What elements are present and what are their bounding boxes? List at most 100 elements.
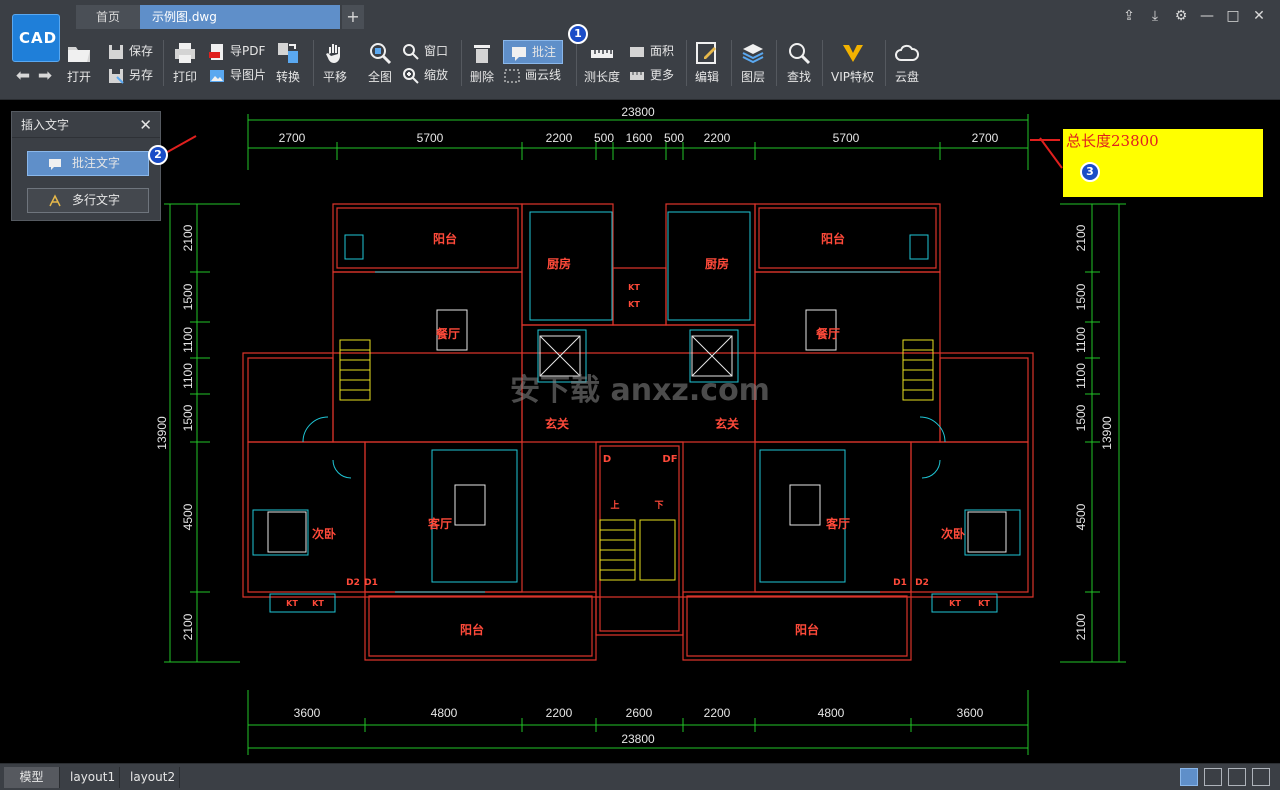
dim-bottom-segment: 3600 [294, 706, 321, 720]
room-label-df: DF [662, 454, 677, 465]
save-as-label: 另存 [129, 68, 154, 82]
download-icon[interactable]: ⤓ [1142, 5, 1168, 27]
dim-top-segment: 2200 [704, 131, 731, 145]
ruler-icon [591, 50, 613, 58]
dim-bottom-segment: 2200 [704, 706, 731, 720]
area-label: 面积 [650, 44, 675, 58]
door-label-d2: D2 [915, 578, 929, 588]
floor-plan-walls [242, 203, 1034, 661]
comment-icon [512, 46, 526, 61]
toolbar-divider [686, 40, 687, 86]
pan-button[interactable]: 平移 [322, 40, 348, 85]
annotate-group: 批注 画云线 [503, 40, 564, 88]
room-label-kitchen: 厨房 [705, 256, 729, 271]
insert-text-panel: 插入文字 ✕ 批注文字 多行文字 [11, 111, 161, 221]
save-as-button[interactable]: 另存 [107, 64, 153, 88]
settings-icon[interactable]: ⚙ [1168, 5, 1194, 27]
annotation-text-button[interactable]: 批注文字 [27, 151, 149, 176]
cloud-disk-button[interactable]: 云盘 [894, 40, 920, 85]
tab-home[interactable]: 首页 [76, 5, 140, 29]
pan-label: 平移 [322, 70, 347, 84]
door-label-d2: D2 [346, 578, 360, 588]
dim-right-segment: 4500 [1074, 503, 1088, 530]
printer-icon [175, 43, 195, 63]
tab-file[interactable]: 示例图.dwg [140, 5, 340, 29]
find-button[interactable]: 查找 [786, 40, 812, 85]
print-button[interactable]: 打印 [172, 40, 198, 85]
save-button[interactable]: 保存 [107, 40, 153, 64]
redo-icon[interactable]: ➡ [34, 68, 56, 85]
hatch-icon[interactable] [1204, 768, 1222, 786]
annotation-text-label: 批注文字 [72, 156, 121, 170]
fit-all-button[interactable]: 全图 [367, 40, 393, 85]
dim-left-segment: 1100 [181, 363, 195, 389]
dim-top-segment: 5700 [833, 131, 860, 145]
annotate-button[interactable]: 批注 [503, 40, 564, 64]
vip-icon [842, 45, 863, 62]
cloud-line-button[interactable]: 画云线 [503, 64, 563, 88]
app-logo[interactable]: CAD [12, 14, 60, 62]
export-image-button[interactable]: 导图片 [208, 64, 266, 88]
delete-button[interactable]: 删除 [469, 40, 495, 85]
maximize-icon[interactable]: □ [1220, 5, 1246, 27]
vip-label: VIP特权 [831, 70, 874, 84]
tab-layout2[interactable]: layout2 [122, 767, 180, 788]
view-icon[interactable] [1252, 768, 1270, 786]
door-label-d1: D1 [364, 578, 378, 588]
close-icon[interactable]: ✕ [1246, 5, 1272, 27]
area-button[interactable]: 面积 [628, 40, 674, 64]
tab-model[interactable]: 模型 [4, 767, 60, 788]
undo-icon[interactable]: ⬅ [12, 68, 34, 85]
trash-icon [474, 45, 490, 63]
tab-layout1[interactable]: layout1 [62, 767, 120, 788]
status-bar: 模型 layout1 layout2 [0, 763, 1280, 790]
crosshair-icon[interactable] [1180, 768, 1198, 786]
dim-bottom-segment: 4800 [818, 706, 845, 720]
edit-button[interactable]: 编辑 [694, 40, 720, 85]
dim-right-segment: 1500 [1074, 404, 1088, 431]
cloud-line-label: 画云线 [525, 68, 562, 82]
more-button[interactable]: 更多 [628, 64, 674, 88]
cloud-disk-label: 云盘 [894, 70, 919, 84]
export-pdf-button[interactable]: 导PDF [208, 40, 266, 64]
dim-right-segment: 2100 [1074, 613, 1088, 640]
dim-left-segment: 1500 [181, 404, 195, 431]
measure-length-button[interactable]: 测长度 [584, 40, 620, 85]
ac-label: KT [949, 599, 961, 608]
room-label-living: 客厅 [825, 516, 850, 531]
room-label-bedroom: 次卧 [941, 526, 965, 541]
room-label-d: D [603, 454, 611, 465]
step-badge-2: 2 [148, 145, 168, 165]
multiline-text-label: 多行文字 [72, 193, 121, 207]
dim-bottom-total: 23800 [621, 732, 655, 746]
dim-left-total: 13900 [155, 416, 169, 450]
zoom-button[interactable]: 缩放 [402, 64, 448, 88]
dim-top-segment: 2700 [972, 131, 999, 145]
toolbar-divider [885, 40, 886, 86]
share-icon[interactable]: ⇪ [1116, 5, 1142, 27]
multiline-text-button[interactable]: 多行文字 [27, 188, 149, 213]
open-button[interactable]: 打开 [66, 40, 92, 85]
convert-button[interactable]: 转换 [275, 40, 301, 85]
zoom-window-button[interactable]: 窗口 [402, 40, 448, 64]
undo-redo-group: ⬅ ➡ [12, 68, 62, 85]
step-badge-3: 3 [1080, 162, 1100, 182]
ac-label: KT [312, 599, 324, 608]
dim-top-segment: 2700 [279, 131, 306, 145]
vip-button[interactable]: VIP特权 [831, 40, 874, 85]
close-icon[interactable]: ✕ [139, 116, 152, 134]
layers-button[interactable]: 图层 [740, 40, 766, 85]
ac-label: KT [978, 599, 990, 608]
room-label-balcony: 阳台 [460, 622, 484, 637]
drawing-canvas[interactable]: 23800 2700 5700 2200 500 1600 500 2200 5… [0, 100, 1280, 763]
minimize-icon[interactable]: — [1194, 5, 1220, 27]
dim-top-segment: 2200 [546, 131, 573, 145]
blocks-icon[interactable] [1228, 768, 1246, 786]
room-label-entrance: 玄关 [715, 416, 739, 431]
delete-label: 删除 [469, 70, 494, 84]
image-icon [210, 69, 224, 82]
step-badge-1: 1 [568, 24, 588, 44]
floor-plan-furniture [267, 309, 1007, 553]
zoom-extent-icon [370, 43, 392, 65]
new-tab-button[interactable]: + [342, 5, 364, 29]
